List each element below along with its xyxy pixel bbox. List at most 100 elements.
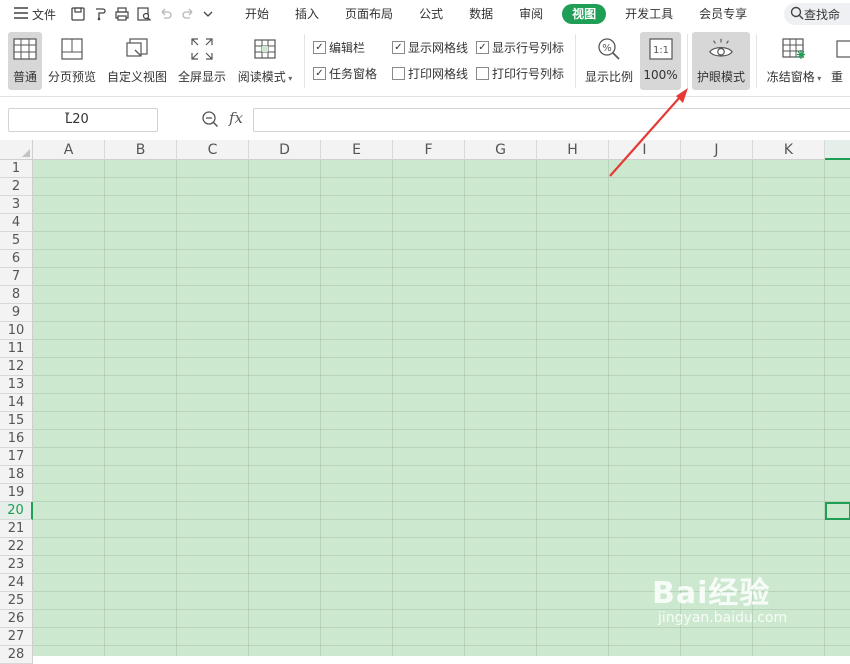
function-icon[interactable]: fx <box>229 109 243 127</box>
normal-view-icon <box>12 36 38 62</box>
row-header[interactable]: 3 <box>0 196 33 214</box>
name-box[interactable]: L20 ▾ <box>8 108 158 132</box>
column-header[interactable]: K <box>753 140 825 160</box>
print-preview-icon[interactable] <box>136 6 152 22</box>
format-painter-icon[interactable] <box>92 6 108 22</box>
dropdown-arrow-icon: ▾ <box>814 74 822 83</box>
edit-bar-label: 编辑栏 <box>329 41 366 55</box>
eye-protection-mode-button[interactable]: 护眼模式 <box>692 32 750 90</box>
undo-icon[interactable] <box>158 6 174 22</box>
row-header[interactable]: 14 <box>0 394 33 412</box>
column-header[interactable]: F <box>393 140 465 160</box>
row-header[interactable]: 11 <box>0 340 33 358</box>
row-header[interactable]: 17 <box>0 448 33 466</box>
row-header[interactable]: 22 <box>0 538 33 556</box>
custom-view-button[interactable]: 自定义视图 <box>106 32 168 90</box>
toolbar-gap <box>0 97 850 107</box>
task-pane-checkbox[interactable]: ✓ 任务窗格 <box>313 65 377 82</box>
active-cell[interactable] <box>825 502 850 520</box>
tab-8[interactable]: 会员专享 <box>686 4 760 24</box>
tab-0[interactable]: 开始 <box>232 4 282 24</box>
column-header[interactable]: B <box>105 140 177 160</box>
column-headers: ABCDEFGHIJK <box>33 140 850 160</box>
row-header[interactable]: 18 <box>0 466 33 484</box>
column-header[interactable]: G <box>465 140 537 160</box>
row-header[interactable]: 12 <box>0 358 33 376</box>
row-header[interactable]: 19 <box>0 484 33 502</box>
formula-input[interactable] <box>253 108 850 132</box>
row-header[interactable]: 16 <box>0 430 33 448</box>
customize-toolbar-icon[interactable] <box>202 8 214 20</box>
checkbox-checked-icon: ✓ <box>476 41 489 54</box>
row-header[interactable]: 27 <box>0 628 33 646</box>
row-header[interactable]: 25 <box>0 592 33 610</box>
search-icon <box>790 6 804 23</box>
print-headings-label: 打印行号列标 <box>492 67 565 81</box>
column-header[interactable]: D <box>249 140 321 160</box>
rearrange-button[interactable]: 重 <box>831 32 850 90</box>
column-header[interactable]: C <box>177 140 249 160</box>
tab-1[interactable]: 插入 <box>282 4 332 24</box>
tab-5[interactable]: 审阅 <box>506 4 556 24</box>
zoom-icon: % <box>596 36 622 62</box>
row-header[interactable]: 9 <box>0 304 33 322</box>
row-header[interactable]: 8 <box>0 286 33 304</box>
formula-bar: L20 ▾ fx <box>0 107 850 133</box>
row-header[interactable]: 23 <box>0 556 33 574</box>
page-break-preview-button[interactable]: 分页预览 <box>47 32 97 90</box>
row-header[interactable]: 7 <box>0 268 33 286</box>
row-header[interactable]: 20 <box>0 502 33 520</box>
column-header[interactable]: E <box>321 140 393 160</box>
print-icon[interactable] <box>114 6 130 22</box>
edit-bar-checkbox[interactable]: ✓ 编辑栏 <box>313 39 365 56</box>
zoom-100-button[interactable]: 1:1 100% <box>640 32 681 90</box>
search-box[interactable]: 查找命 <box>784 3 850 25</box>
freeze-panes-text: 冻结窗格 <box>766 70 815 84</box>
select-all-corner[interactable] <box>0 140 33 160</box>
zoom-button[interactable]: % 显示比例 <box>584 32 634 90</box>
row-header[interactable]: 1 <box>0 160 33 178</box>
zoom-label: 显示比例 <box>584 70 633 84</box>
checkbox-unchecked-icon <box>392 67 405 80</box>
column-header[interactable]: A <box>33 140 105 160</box>
row-header[interactable]: 10 <box>0 322 33 340</box>
reading-mode-button[interactable]: 阅读模式 ▾ <box>236 32 294 90</box>
save-icon[interactable] <box>70 6 86 22</box>
show-gridlines-checkbox[interactable]: ✓ 显示网格线 <box>392 39 468 56</box>
ribbon-view: 普通 分页预览 自定义视图 全屏显示 阅读模式 ▾ ✓ 编辑栏 ✓ 任务窗格 ✓ 显示… <box>0 28 850 97</box>
column-header[interactable]: J <box>681 140 753 160</box>
zoom-formula-icon[interactable] <box>201 110 219 131</box>
print-gridlines-checkbox[interactable]: 打印网格线 <box>392 65 468 82</box>
column-header[interactable]: I <box>609 140 681 160</box>
tab-3[interactable]: 公式 <box>406 4 456 24</box>
ribbon-separator <box>575 34 576 88</box>
tab-7[interactable]: 开发工具 <box>612 4 686 24</box>
row-header[interactable]: 2 <box>0 178 33 196</box>
row-header[interactable]: 21 <box>0 520 33 538</box>
column-header[interactable]: H <box>537 140 609 160</box>
full-screen-button[interactable]: 全屏显示 <box>177 32 227 90</box>
show-headings-checkbox[interactable]: ✓ 显示行号列标 <box>476 39 564 56</box>
row-header[interactable]: 5 <box>0 232 33 250</box>
file-menu[interactable]: 文件 <box>14 6 56 23</box>
row-headers: 1 2 3 4 5 6 7 8 9 10 11 12 13 14 15 16 17 18 19 20 21 22 23 24 2… <box>0 160 33 664</box>
row-header[interactable]: 4 <box>0 214 33 232</box>
redo-icon[interactable] <box>180 6 196 22</box>
column-header[interactable] <box>825 140 850 160</box>
row-header[interactable]: 15 <box>0 412 33 430</box>
normal-view-button[interactable]: 普通 <box>8 32 42 90</box>
row-header[interactable]: 26 <box>0 610 33 628</box>
print-headings-checkbox[interactable]: 打印行号列标 <box>476 65 564 82</box>
tab-6[interactable]: 视图 <box>562 4 607 24</box>
show-headings-label: 显示行号列标 <box>492 41 565 55</box>
dropdown-arrow-icon[interactable]: ▾ <box>65 110 154 120</box>
tab-4[interactable]: 数据 <box>456 4 506 24</box>
row-header[interactable]: 6 <box>0 250 33 268</box>
row-header[interactable]: 24 <box>0 574 33 592</box>
freeze-panes-button[interactable]: 冻结窗格 ▾ <box>764 32 824 90</box>
row-header[interactable]: 13 <box>0 376 33 394</box>
custom-view-label: 自定义视图 <box>106 70 167 84</box>
eye-protection-label: 护眼模式 <box>696 70 745 84</box>
tab-2[interactable]: 页面布局 <box>332 4 406 24</box>
row-header[interactable]: 28 <box>0 646 33 664</box>
